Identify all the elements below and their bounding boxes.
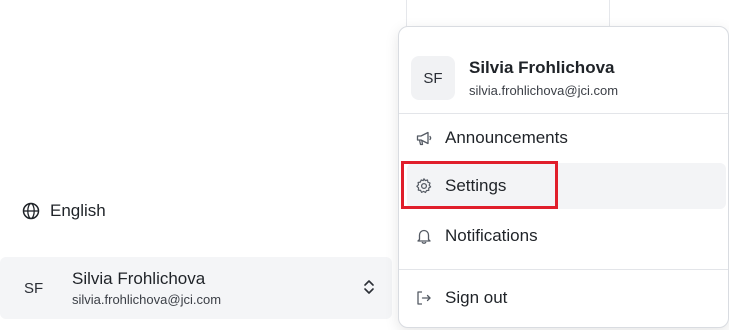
sign-out-label: Sign out: [445, 288, 508, 307]
user-name: Silvia Frohlichova: [72, 269, 206, 288]
menu-item-announcements[interactable]: Announcements: [407, 115, 726, 161]
avatar: SF: [24, 279, 44, 297]
user-email: silvia.frohlichova@jci.com: [72, 292, 222, 307]
app-window: English SF Silvia Frohlichova silvia.fro…: [0, 0, 729, 330]
sign-out-icon: [417, 291, 431, 305]
gear-icon: [416, 178, 432, 194]
menu-divider: [399, 113, 728, 114]
menu-item-notifications[interactable]: Notifications: [407, 213, 726, 259]
chevron-up-down-icon: [364, 280, 374, 294]
user-account-button[interactable]: SF Silvia Frohlichova silvia.frohlichova…: [0, 257, 392, 319]
bell-icon: [417, 229, 431, 244]
language-selector[interactable]: English: [22, 196, 106, 226]
sign-out-button[interactable]: Sign out: [407, 275, 726, 321]
menu-user-info: Silvia Frohlichova silvia.frohlichova@jc…: [469, 58, 618, 98]
language-label: English: [50, 201, 106, 220]
background-divider: [406, 0, 407, 28]
menu-divider: [399, 269, 728, 270]
menu-user-header: SF Silvia Frohlichova silvia.frohlichova…: [411, 41, 716, 115]
user-info: Silvia Frohlichova silvia.frohlichova@jc…: [72, 269, 221, 307]
menu-item-label: Notifications: [445, 226, 538, 245]
megaphone-icon: [416, 131, 432, 146]
menu-user-name: Silvia Frohlichova: [469, 58, 615, 77]
menu-item-settings[interactable]: Settings: [407, 163, 726, 209]
globe-icon: [22, 202, 40, 220]
menu-avatar: SF: [411, 56, 455, 100]
menu-item-label: Settings: [445, 176, 507, 195]
menu-item-label: Announcements: [445, 128, 568, 147]
menu-user-email: silvia.frohlichova@jci.com: [469, 83, 619, 98]
background-divider: [609, 0, 610, 28]
account-menu: SF Silvia Frohlichova silvia.frohlichova…: [398, 26, 729, 328]
